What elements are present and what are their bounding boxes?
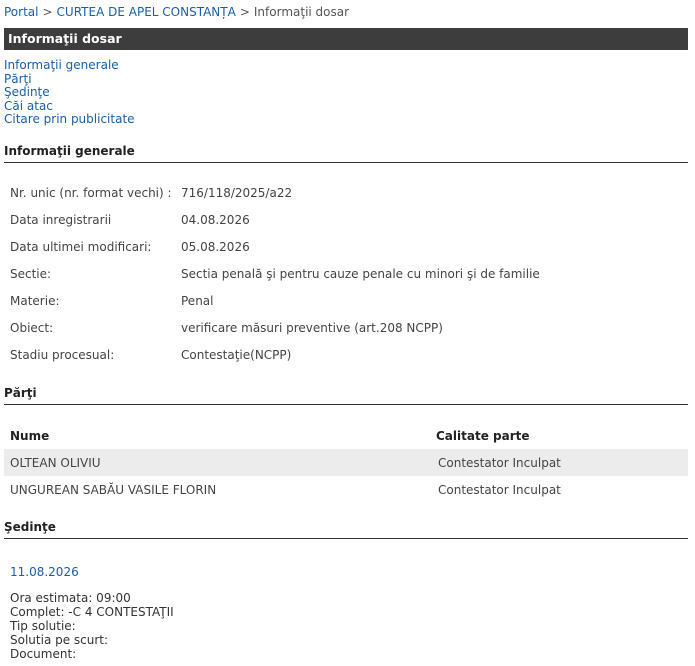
party-name: OLTEAN OLIVIU xyxy=(4,449,430,476)
hearing-details: Ora estimata: 09:00 Complet: -C 4 CONTES… xyxy=(10,591,174,661)
column-header-nume: Nume xyxy=(10,429,50,443)
toc-link-informatii-generale[interactable]: Informaţii generale xyxy=(4,58,135,73)
field-data-ultimei-modificari: Data ultimei modificari: 05.08.2026 xyxy=(10,240,250,254)
field-label: Materie: xyxy=(10,294,60,308)
hearing-complet: Complet: -C 4 CONTESTAŢII xyxy=(10,605,174,619)
field-nr-unic: Nr. unic (nr. format vechi) : 716/118/202… xyxy=(10,186,292,200)
field-value: 05.08.2026 xyxy=(181,240,250,254)
section-heading-sedinte: Şedinţe xyxy=(4,520,688,539)
field-label: Obiect: xyxy=(10,321,54,335)
breadcrumb-separator: > xyxy=(239,5,250,19)
table-of-contents: Informaţii generale Părţi Şedinţe Căi at… xyxy=(4,58,135,127)
breadcrumb: Portal > CURTEA DE APEL CONSTANȚA > Informaţ… xyxy=(4,5,349,19)
field-value: Sectia penală şi pentru cauze penale cu … xyxy=(181,267,540,281)
field-label: Stadiu procesual: xyxy=(10,348,115,362)
toc-link-sedinte[interactable]: Şedinţe xyxy=(4,85,135,100)
field-data-inregistrarii: Data inregistrarii 04.08.2026 xyxy=(10,213,250,227)
table-header-row: Nume Calitate parte xyxy=(4,423,688,449)
hearing-ora-estimata: Ora estimata: 09:00 xyxy=(10,591,131,605)
table-row: UNGUREAN SABĂU VASILE FLORIN Contestator… xyxy=(4,476,688,503)
field-materie: Materie: Penal xyxy=(10,294,213,308)
breadcrumb-current: Informaţii dosar xyxy=(253,5,350,19)
field-sectie: Sectie: Sectia penală şi pentru cauze pen… xyxy=(10,267,540,281)
section-heading-parti: Părţi xyxy=(4,386,688,405)
field-value: verificare măsuri preventive (art.208 NC… xyxy=(181,321,443,335)
field-obiect: Obiect: verificare măsuri preventive (art… xyxy=(10,321,443,335)
hearing-tip-solutie: Tip solutie: xyxy=(10,619,76,633)
field-value: Contestaţie(NCPP) xyxy=(181,348,292,362)
parti-table: Nume Calitate parte OLTEAN OLIVIU Contes… xyxy=(4,423,688,503)
table-row: OLTEAN OLIVIU Contestator Inculpat xyxy=(4,449,688,476)
party-name: UNGUREAN SABĂU VASILE FLORIN xyxy=(10,482,217,497)
column-header-calitate-parte: Calitate parte xyxy=(436,429,530,443)
breadcrumb-separator: > xyxy=(42,5,53,19)
toc-link-parti[interactable]: Părţi xyxy=(4,72,135,87)
page-title: Informaţii dosar xyxy=(4,28,688,50)
toc-link-cai-atac[interactable]: Căi atac xyxy=(4,99,135,114)
party-role: Contestator Inculpat xyxy=(430,449,688,476)
field-value: 04.08.2026 xyxy=(181,213,250,227)
field-label: Sectie: xyxy=(10,267,52,281)
hearing-date-link[interactable]: 11.08.2026 xyxy=(10,565,79,579)
breadcrumb-portal-link[interactable]: Portal xyxy=(4,5,38,19)
breadcrumb-court-link[interactable]: CURTEA DE APEL CONSTANȚA xyxy=(57,5,236,19)
field-value: 716/118/2025/a22 xyxy=(181,186,293,200)
hearing-document: Document: xyxy=(10,647,77,661)
field-label: Data ultimei modificari: xyxy=(10,240,152,254)
hearing-solutia-pe-scurt: Solutia pe scurt: xyxy=(10,633,109,647)
section-heading-informatii-generale: Informaţii generale xyxy=(4,144,688,163)
toc-link-citare-prin-publicitate[interactable]: Citare prin publicitate xyxy=(4,112,135,127)
field-stadiu-procesual: Stadiu procesual: Contestaţie(NCPP) xyxy=(10,348,291,362)
field-value: Penal xyxy=(181,294,214,308)
field-label: Data inregistrarii xyxy=(10,213,112,227)
party-role: Contestator Inculpat xyxy=(438,482,561,497)
field-label: Nr. unic (nr. format vechi) : xyxy=(10,186,172,200)
